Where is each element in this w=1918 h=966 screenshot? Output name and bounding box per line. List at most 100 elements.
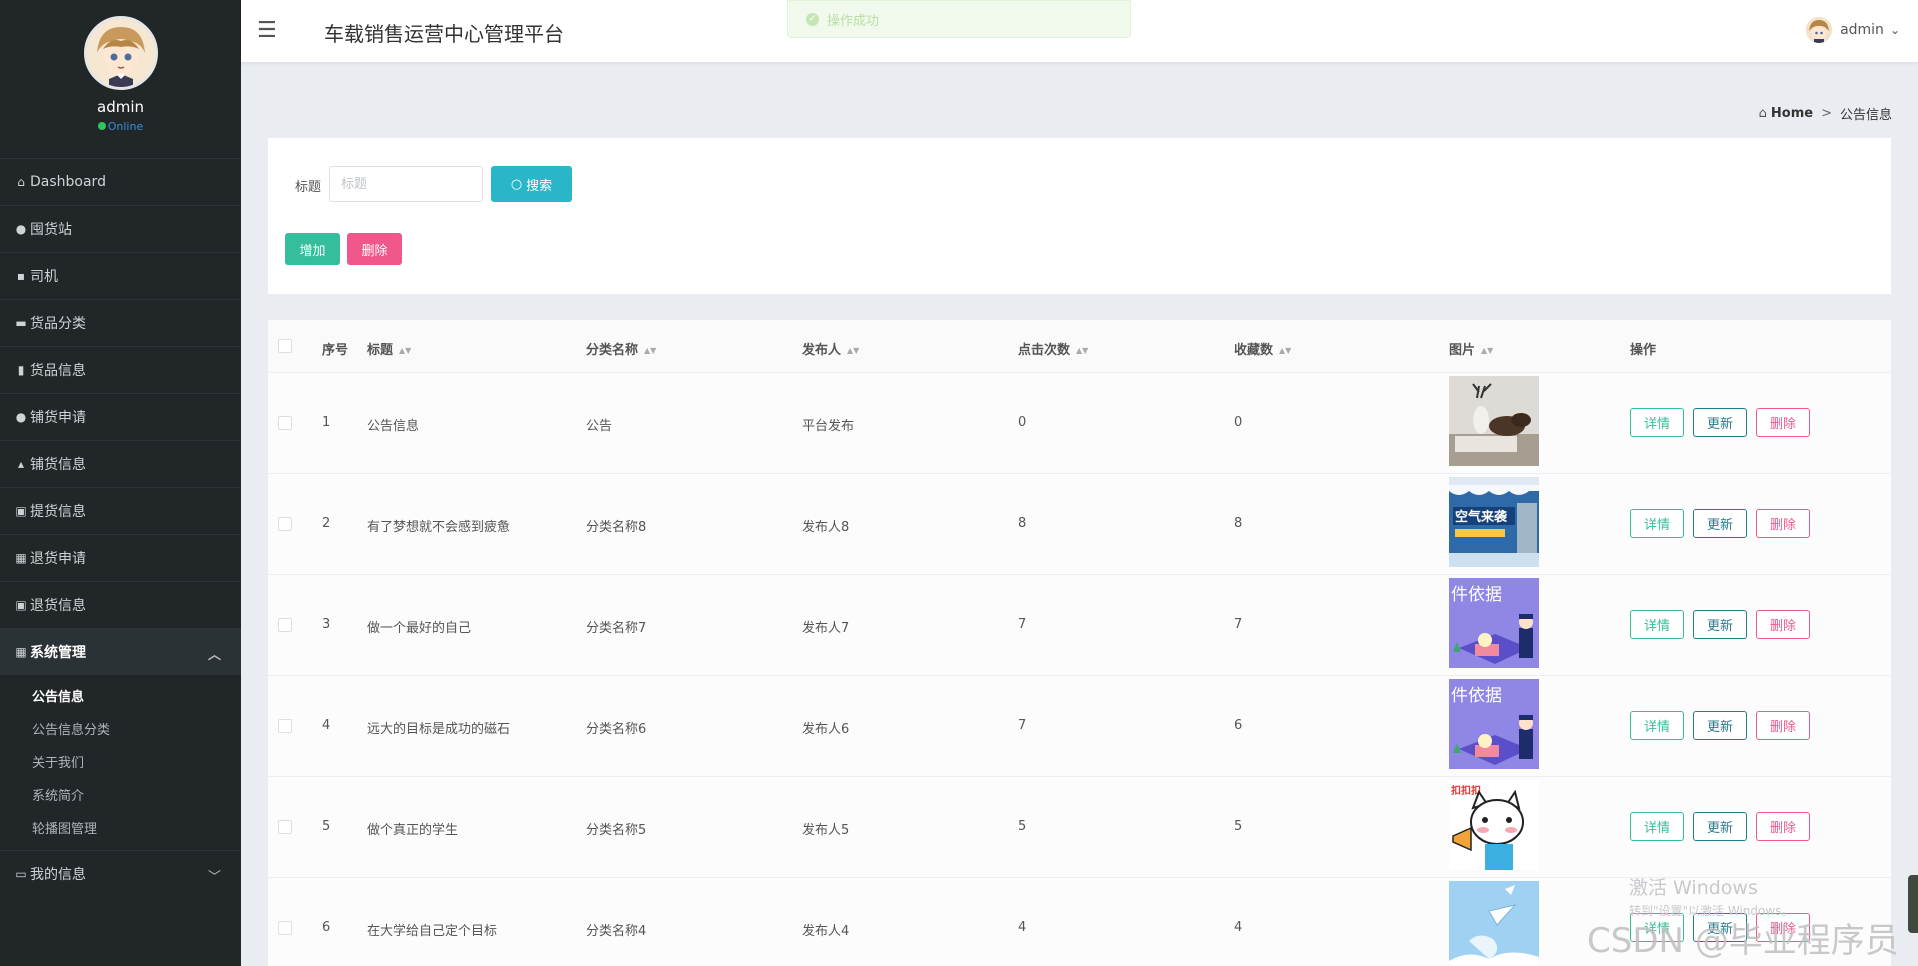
police-illustration-image[interactable]: 件依据 <box>1449 578 1539 668</box>
sidebar-item-goods-category[interactable]: ▬ 货品分类 <box>0 299 241 346</box>
sort-icon[interactable]: ▲▼ <box>847 346 859 355</box>
header-category[interactable]: 分类名称 ▲▼ <box>586 339 656 358</box>
sidebar-item-system-management[interactable]: ▦ 系统管理 ︿ <box>0 628 241 675</box>
header-category-label: 分类名称 <box>586 343 639 358</box>
cell-category: 分类名称7 <box>586 621 647 636</box>
breadcrumb-current: 公告信息 <box>1839 108 1892 123</box>
cell-category: 分类名称5 <box>586 823 647 838</box>
search-button[interactable]: ○ 搜索 <box>491 166 572 202</box>
sidebar: admin Online ⌂ Dashboard ● 囤货站 ▪ 司机 ▬ 货品分类 ▮… <box>0 0 241 966</box>
sort-icon[interactable]: ▲▼ <box>644 346 656 355</box>
header-clicks[interactable]: 点击次数 ▲▼ <box>1018 339 1088 358</box>
sidebar-item-stockpile-station[interactable]: ● 囤货站 <box>0 205 241 252</box>
row-checkbox[interactable] <box>278 921 292 935</box>
cell-clicks: 4 <box>1018 920 1027 935</box>
update-button[interactable]: 更新 <box>1693 812 1747 841</box>
detail-button[interactable]: 详情 <box>1630 812 1684 841</box>
chevron-up-icon: ︿ <box>207 648 221 663</box>
header-image-label: 图片 <box>1449 343 1476 358</box>
sort-icon[interactable]: ▲▼ <box>1076 346 1088 355</box>
cell-category: 分类名称6 <box>586 722 647 737</box>
row-checkbox[interactable] <box>278 820 292 834</box>
id-card-icon: ▭ <box>15 867 27 881</box>
select-all-checkbox[interactable] <box>278 339 292 353</box>
detail-button[interactable]: 详情 <box>1630 610 1684 639</box>
header-title[interactable]: 标题 ▲▼ <box>367 339 411 358</box>
update-button[interactable]: 更新 <box>1693 408 1747 437</box>
sidebar-item-goods-info[interactable]: ▮ 货品信息 <box>0 346 241 393</box>
sky-cartoon-image[interactable] <box>1449 881 1539 966</box>
sidebar-item-my-info[interactable]: ▭ 我的信息 ﹀ <box>0 850 241 897</box>
submenu-item-carousel[interactable]: 轮播图管理 <box>0 811 241 844</box>
delete-button[interactable]: 删除 <box>1756 610 1810 639</box>
sidebar-profile: admin Online <box>0 0 241 158</box>
clipboard-icon: ▣ <box>15 598 27 612</box>
sort-icon[interactable]: ▲▼ <box>1279 346 1291 355</box>
update-button[interactable]: 更新 <box>1693 711 1747 740</box>
menu-toggle-icon[interactable]: ☰ <box>257 18 277 43</box>
sort-icon[interactable]: ▲▼ <box>1481 346 1493 355</box>
floating-edge-widget[interactable] <box>1908 875 1918 933</box>
sidebar-item-distribution-request[interactable]: ● 铺货申请 <box>0 393 241 440</box>
sidebar-item-distribution-info[interactable]: ▴ 铺货信息 <box>0 440 241 487</box>
sidebar-item-return-request[interactable]: ▦ 退货申请 <box>0 534 241 581</box>
detail-button[interactable]: 详情 <box>1630 711 1684 740</box>
sort-icon[interactable]: ▲▼ <box>399 346 411 355</box>
sidebar-item-dashboard[interactable]: ⌂ Dashboard <box>0 158 241 205</box>
row-checkbox[interactable] <box>278 719 292 733</box>
cell-title: 有了梦想就不会感到疲惫 <box>367 520 511 535</box>
detail-button[interactable]: 详情 <box>1630 509 1684 538</box>
cell-title: 做个真正的学生 <box>367 823 459 838</box>
cell-clicks: 7 <box>1018 617 1027 632</box>
header-image[interactable]: 图片 ▲▼ <box>1449 339 1493 358</box>
delete-button[interactable]: 删除 <box>1756 509 1810 538</box>
cell-favorites: 4 <box>1234 920 1243 935</box>
winter-poster-image[interactable]: 空气来袭 <box>1449 477 1539 567</box>
detail-button[interactable]: 详情 <box>1630 408 1684 437</box>
submenu-item-announcement[interactable]: 公告信息 <box>0 679 241 712</box>
sidebar-item-label: Dashboard <box>30 174 106 190</box>
stamp-icon: ▴ <box>17 457 25 471</box>
header-actions: 操作 <box>1630 343 1657 358</box>
header-favorites[interactable]: 收藏数 ▲▼ <box>1234 339 1291 358</box>
header-publisher[interactable]: 发布人 ▲▼ <box>802 339 859 358</box>
sidebar-item-driver[interactable]: ▪ 司机 <box>0 252 241 299</box>
user-icon: ● <box>15 410 27 424</box>
sidebar-item-label: 退货申请 <box>30 551 86 567</box>
delete-button[interactable]: 删除 <box>1756 408 1810 437</box>
cartoon-cat-megaphone-image[interactable]: 扣扣扣 <box>1449 780 1539 870</box>
header-publisher-label: 发布人 <box>802 343 842 358</box>
avatar[interactable] <box>83 16 158 90</box>
delete-button[interactable]: 删除 <box>1756 711 1810 740</box>
sidebar-item-label: 退货信息 <box>30 598 86 614</box>
search-input[interactable] <box>329 166 483 202</box>
success-toast: ✓ 操作成功 <box>787 0 1131 38</box>
table-row: 5 做个真正的学生 分类名称5 发布人5 5 5 扣扣扣 详情 更新 删除 <box>268 777 1891 878</box>
cell-favorites: 7 <box>1234 617 1243 632</box>
submenu-item-system-intro[interactable]: 系统简介 <box>0 778 241 811</box>
add-button[interactable]: 增加 <box>285 233 340 265</box>
sidebar-item-pickup-info[interactable]: ▣ 提货信息 <box>0 487 241 534</box>
police-illustration-image[interactable]: 件依据 <box>1449 679 1539 769</box>
thumb-text: 件依据 <box>1451 585 1502 605</box>
map-pin-icon: ● <box>15 222 27 236</box>
cell-category: 分类名称4 <box>586 924 647 939</box>
breadcrumb-home[interactable]: Home <box>1771 106 1813 121</box>
row-checkbox[interactable] <box>278 618 292 632</box>
sidebar-item-return-info[interactable]: ▣ 退货信息 <box>0 581 241 628</box>
cell-publisher: 发布人4 <box>802 924 850 939</box>
success-check-icon: ✓ <box>806 12 819 26</box>
bulk-delete-button[interactable]: 删除 <box>347 233 402 265</box>
search-label: 标题 <box>295 180 322 195</box>
submenu-item-announcement-category[interactable]: 公告信息分类 <box>0 712 241 745</box>
user-menu[interactable]: admin ⌄ <box>1806 17 1900 43</box>
cell-title: 公告信息 <box>367 419 420 434</box>
header-favorites-label: 收藏数 <box>1234 343 1274 358</box>
delete-button[interactable]: 删除 <box>1756 812 1810 841</box>
row-checkbox[interactable] <box>278 416 292 430</box>
row-checkbox[interactable] <box>278 517 292 531</box>
submenu-item-about-us[interactable]: 关于我们 <box>0 745 241 778</box>
update-button[interactable]: 更新 <box>1693 610 1747 639</box>
deer-decor-image[interactable] <box>1449 376 1539 466</box>
update-button[interactable]: 更新 <box>1693 509 1747 538</box>
